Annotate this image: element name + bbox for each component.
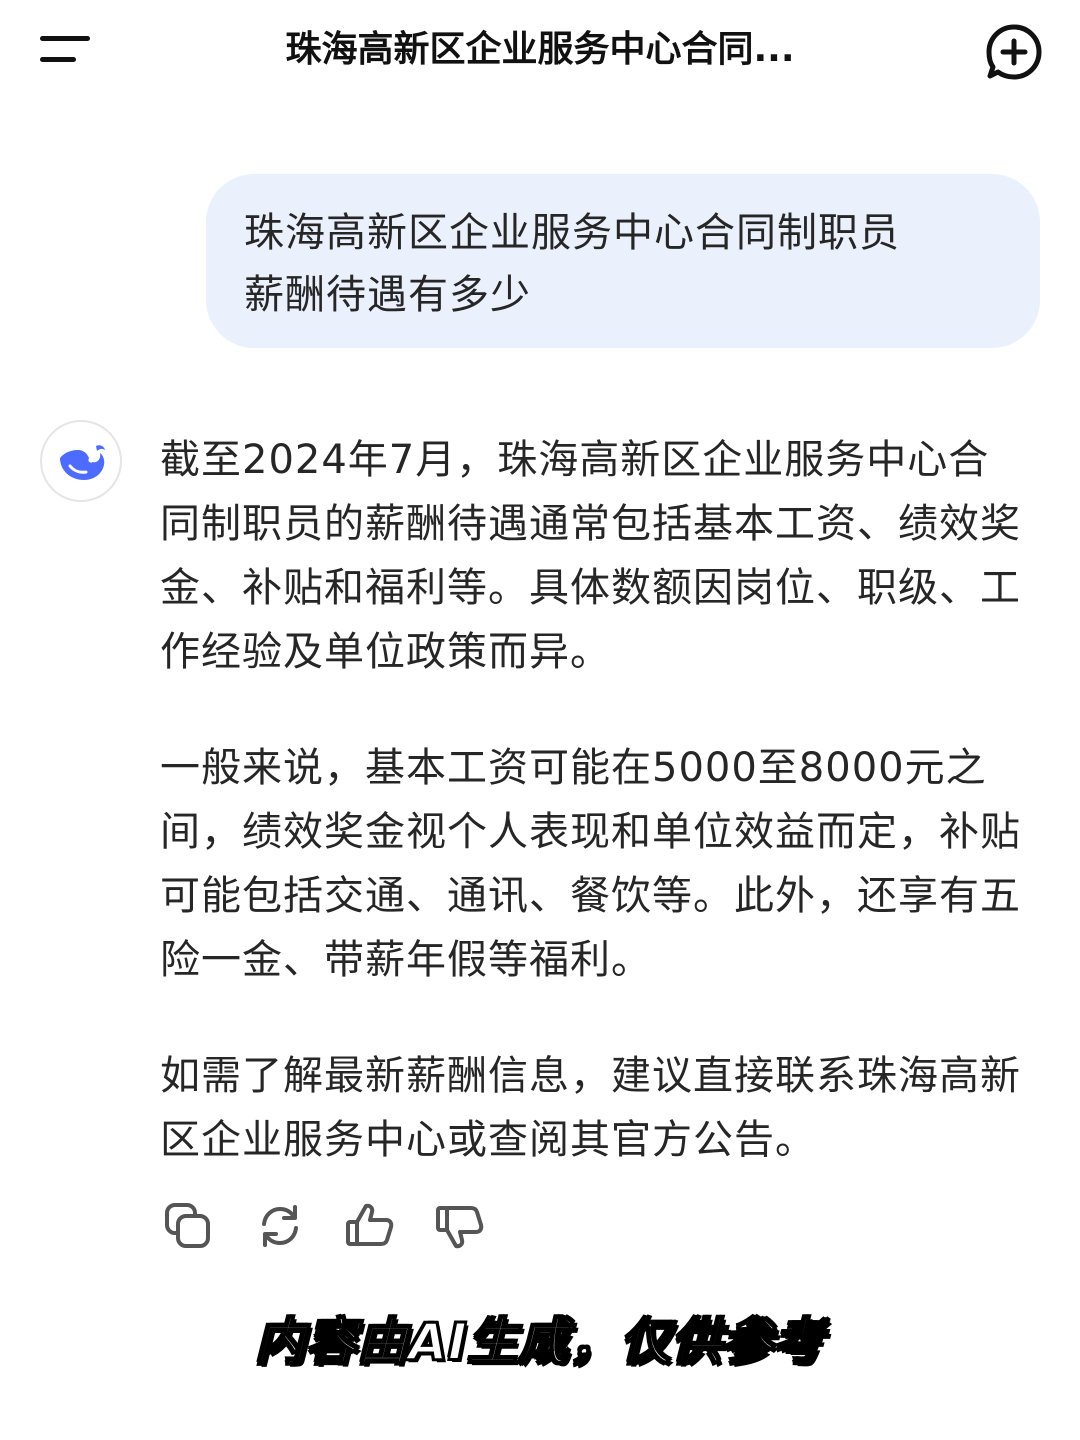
- new-chat-icon[interactable]: [984, 22, 1044, 82]
- menu-icon[interactable]: [38, 30, 94, 70]
- answer-paragraph: 截至2024年7月，珠海高新区企业服务中心合同制职员的薪酬待遇通常包括基本工资、…: [160, 437, 1021, 675]
- assistant-answer: 截至2024年7月，珠海高新区企业服务中心合同制职员的薪酬待遇通常包括基本工资、…: [160, 428, 1030, 1172]
- answer-paragraph: 如需了解最新薪酬信息，建议直接联系珠海高新区企业服务中心或查阅其官方公告。: [160, 1053, 1021, 1163]
- ai-disclaimer-caption: 内容由AI生成，仅供参考: [254, 1312, 825, 1372]
- user-message-bubble: 珠海高新区企业服务中心合同制职员 薪酬待遇有多少: [206, 174, 1040, 348]
- chat-page: 珠海高新区企业服务中心合同... 珠海高新区企业服务中心合同制职员 薪酬待遇有多…: [0, 0, 1080, 1440]
- top-bar: 珠海高新区企业服务中心合同...: [0, 0, 1080, 104]
- answer-paragraph: 一般来说，基本工资可能在5000至8000元之间，绩效奖金视个人表现和单位效益而…: [160, 745, 1021, 983]
- regenerate-icon[interactable]: [254, 1200, 306, 1252]
- thumbs-down-icon[interactable]: [434, 1200, 486, 1252]
- user-message-line-2: 薪酬待遇有多少: [244, 272, 531, 318]
- thumbs-up-icon[interactable]: [344, 1200, 396, 1252]
- copy-icon[interactable]: [162, 1200, 214, 1252]
- user-message-line-1: 珠海高新区企业服务中心合同制职员: [244, 210, 900, 256]
- whale-logo-icon: [40, 420, 122, 502]
- page-title: 珠海高新区企业服务中心合同...: [285, 29, 795, 70]
